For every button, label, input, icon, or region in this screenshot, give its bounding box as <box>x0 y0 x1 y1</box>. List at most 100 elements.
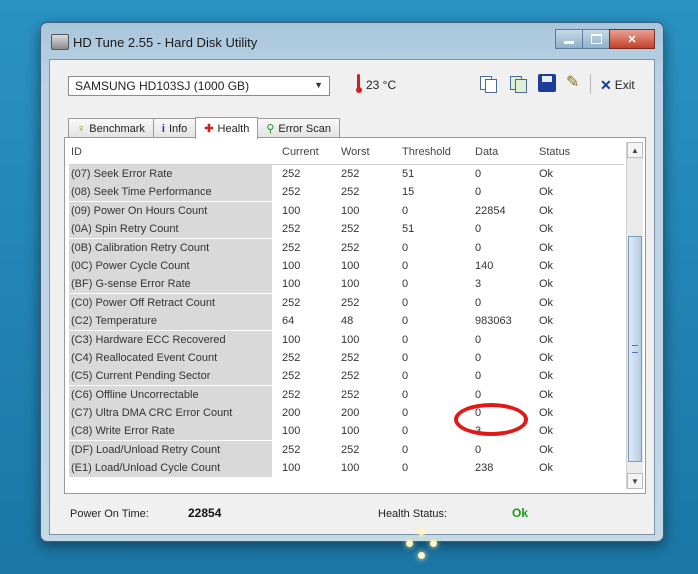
cell-id: (C3) Hardware ECC Recovered <box>69 330 272 349</box>
hdtune-window: HD Tune 2.55 - Hard Disk Utility ✕ SAMSU… <box>40 22 664 542</box>
cell-threshold: 51 <box>402 168 415 180</box>
benchmark-icon: ♀ <box>77 122 86 135</box>
health-panel: ID Current Worst Threshold Data Status (… <box>64 137 646 494</box>
save-button[interactable] <box>538 74 556 92</box>
cell-id: (09) Power On Hours Count <box>69 201 272 220</box>
header-id[interactable]: ID <box>71 142 82 162</box>
cell-threshold: 0 <box>402 333 409 346</box>
cell-current: 252 <box>282 443 301 456</box>
toolbar: SAMSUNG HD103SJ (1000 GB) ▼ 23 °C ✎ ✕ Ex… <box>50 60 654 110</box>
drive-select-value: SAMSUNG HD103SJ (1000 GB) <box>75 79 250 93</box>
cell-status: Ok <box>539 425 554 438</box>
cell-id: (E1) Load/Unload Cycle Count <box>69 459 272 478</box>
table-row[interactable]: (0B) Calibration Retry Count 252 252 0 0 Ok <box>69 238 624 257</box>
cell-threshold: 0 <box>402 351 409 364</box>
cell-worst: 252 <box>341 186 360 199</box>
cell-worst: 252 <box>341 168 360 180</box>
power-on-value: 22854 <box>188 506 222 520</box>
tab-info[interactable]: i Info <box>152 118 197 138</box>
cell-threshold: 0 <box>402 388 409 401</box>
client-area: SAMSUNG HD103SJ (1000 GB) ▼ 23 °C ✎ ✕ Ex… <box>49 59 655 535</box>
scroll-thumb[interactable] <box>628 236 642 462</box>
cell-data: 238 <box>475 462 494 475</box>
tab-label: Info <box>168 122 188 135</box>
table-row[interactable]: (C4) Reallocated Event Count 252 252 0 0 Ok <box>69 348 624 367</box>
tab-bar: ♀ Benchmark i Info ✚ Health ⚲ Error Scan <box>68 117 340 139</box>
table-row[interactable]: (C7) Ultra DMA CRC Error Count 200 200 0 0 Ok <box>69 404 624 423</box>
exit-label: Exit <box>614 78 635 92</box>
header-data[interactable]: Data <box>475 142 498 162</box>
title-bar[interactable]: HD Tune 2.55 - Hard Disk Utility ✕ <box>41 23 663 59</box>
exit-x-icon: ✕ <box>600 76 612 93</box>
cell-id: (C4) Reallocated Event Count <box>69 348 272 367</box>
status-bar: Power On Time: 22854 Health Status: Ok <box>64 500 644 530</box>
tab-benchmark[interactable]: ♀ Benchmark <box>68 118 154 138</box>
table-row[interactable]: (C6) Offline Uncorrectable 252 252 0 0 Ok <box>69 385 624 404</box>
copy-screenshot-button[interactable] <box>508 74 527 93</box>
cell-current: 252 <box>282 351 301 364</box>
toolbar-separator <box>590 74 591 94</box>
table-row[interactable]: (07) Seek Error Rate 252 252 51 0 Ok <box>69 165 624 183</box>
cell-worst: 100 <box>341 333 360 346</box>
table-row[interactable]: (0C) Power Cycle Count 100 100 0 140 Ok <box>69 256 624 275</box>
copy-text-button[interactable] <box>478 74 497 93</box>
cell-status: Ok <box>539 223 554 236</box>
cell-current: 252 <box>282 296 301 309</box>
table-row[interactable]: (BF) G-sense Error Rate 100 100 0 3 Ok <box>69 275 624 294</box>
vertical-scrollbar[interactable]: ▲ ▼ <box>626 142 643 489</box>
drive-select[interactable]: SAMSUNG HD103SJ (1000 GB) ▼ <box>68 76 330 96</box>
sparkle-icon <box>406 528 438 560</box>
table-row[interactable]: (0A) Spin Retry Count 252 252 51 0 Ok <box>69 220 624 239</box>
close-icon: ✕ <box>627 33 637 46</box>
header-worst[interactable]: Worst <box>341 142 370 162</box>
options-button[interactable]: ✎ <box>566 74 584 92</box>
cell-worst: 100 <box>341 204 360 217</box>
cell-data: 0 <box>475 370 482 383</box>
table-body: (07) Seek Error Rate 252 252 51 0 Ok (08) Seek… <box>69 165 624 478</box>
tab-label: Health <box>217 122 250 135</box>
cell-status: Ok <box>539 296 554 309</box>
table-row[interactable]: (C5) Current Pending Sector 252 252 0 0 Ok <box>69 367 624 386</box>
scroll-down-arrow-icon[interactable]: ▼ <box>627 473 643 489</box>
table-row[interactable]: (08) Seek Time Performance 252 252 15 0 Ok <box>69 183 624 202</box>
cell-status: Ok <box>539 407 554 420</box>
cell-current: 252 <box>282 168 301 180</box>
table-row[interactable]: (09) Power On Hours Count 100 100 0 22854 Ok <box>69 201 624 220</box>
exit-button[interactable]: ✕ Exit <box>600 76 635 94</box>
header-current[interactable]: Current <box>282 142 319 162</box>
maximize-button[interactable] <box>582 29 610 49</box>
cell-worst: 252 <box>341 223 360 236</box>
cell-status: Ok <box>539 333 554 346</box>
red-highlight-circle <box>454 403 528 436</box>
cell-worst: 252 <box>341 241 360 254</box>
cell-status: Ok <box>539 241 554 254</box>
close-button[interactable]: ✕ <box>609 29 655 49</box>
header-threshold[interactable]: Threshold <box>402 142 451 162</box>
tab-label: Benchmark <box>89 122 145 135</box>
cell-status: Ok <box>539 315 554 328</box>
health-status-value: Ok <box>512 506 529 520</box>
cell-worst: 252 <box>341 443 360 456</box>
magnifier-icon: ⚲ <box>266 123 275 135</box>
tab-health[interactable]: ✚ Health <box>195 117 259 139</box>
cell-threshold: 15 <box>402 186 415 199</box>
header-status[interactable]: Status <box>539 142 570 162</box>
cell-threshold: 0 <box>402 370 409 383</box>
table-row[interactable]: (C0) Power Off Retract Count 252 252 0 0 Ok <box>69 293 624 312</box>
table-row[interactable]: (C8) Write Error Rate 100 100 0 3 Ok <box>69 422 624 441</box>
chevron-down-icon[interactable]: ▼ <box>314 80 323 90</box>
table-row[interactable]: (DF) Load/Unload Retry Count 252 252 0 0 Ok <box>69 440 624 459</box>
cell-threshold: 0 <box>402 278 409 291</box>
cell-id: (07) Seek Error Rate <box>69 165 272 183</box>
tab-error-scan[interactable]: ⚲ Error Scan <box>257 118 340 138</box>
cell-status: Ok <box>539 259 554 272</box>
table-row[interactable]: (E1) Load/Unload Cycle Count 100 100 0 238 Ok <box>69 459 624 478</box>
cell-status: Ok <box>539 351 554 364</box>
options-icon: ✎ <box>566 74 580 91</box>
table-row[interactable]: (C2) Temperature 64 48 0 983063 Ok <box>69 312 624 331</box>
minimize-button[interactable] <box>555 29 583 49</box>
window-title: HD Tune 2.55 - Hard Disk Utility <box>73 35 258 50</box>
scroll-up-arrow-icon[interactable]: ▲ <box>627 142 643 158</box>
table-row[interactable]: (C3) Hardware ECC Recovered 100 100 0 0 Ok <box>69 330 624 349</box>
cell-data: 0 <box>475 241 482 254</box>
